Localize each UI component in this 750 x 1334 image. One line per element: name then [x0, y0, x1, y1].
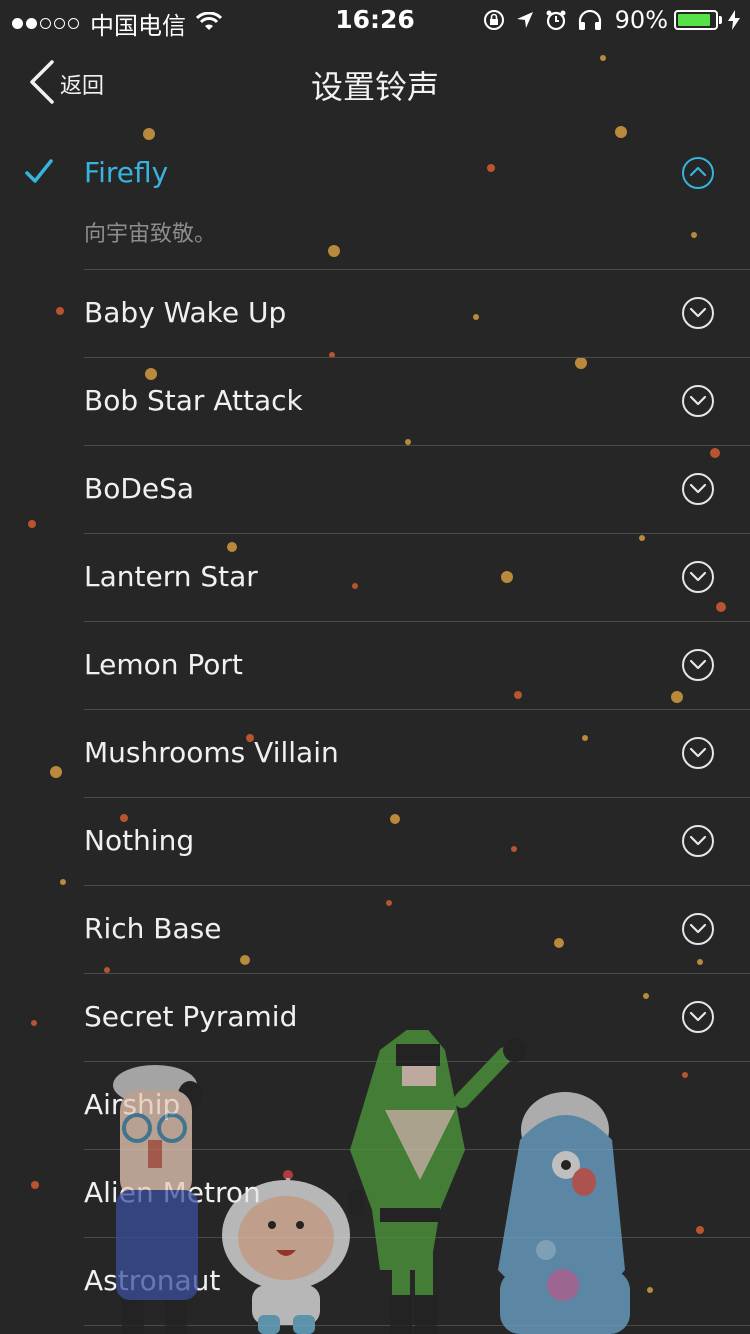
ringtone-list: Firefly 向宇宙致敬。 Baby Wake Up Bob Star Attack…	[0, 130, 750, 1326]
chevron-down-circle-icon[interactable]	[681, 736, 715, 774]
navigation-bar: 返回 设置铃声	[0, 40, 750, 128]
status-bar: 中国电信 16:26 90%	[0, 0, 750, 40]
chevron-down-circle-icon[interactable]	[681, 648, 715, 686]
page-title: 设置铃声	[310, 68, 439, 106]
ringtone-row[interactable]: Lantern Star	[0, 534, 750, 622]
ringtone-name: Airship	[84, 1088, 181, 1121]
ringtone-name: Lemon Port	[84, 648, 243, 681]
checkmark-icon	[24, 158, 54, 190]
battery-tip	[719, 16, 722, 24]
battery-icon	[674, 10, 718, 30]
status-right: 90%	[473, 6, 740, 34]
ringtone-name: Rich Base	[84, 912, 222, 945]
ringtone-row[interactable]: Nothing	[0, 798, 750, 886]
chevron-down-circle-icon[interactable]	[681, 384, 715, 422]
ringtone-row[interactable]: Alien Metron	[0, 1150, 750, 1238]
ringtone-name: Secret Pyramid	[84, 1000, 298, 1033]
ringtone-row[interactable]: Mushrooms Villain	[0, 710, 750, 798]
charging-bolt-icon	[728, 10, 740, 30]
ringtone-description: 向宇宙致敬。	[84, 222, 217, 247]
ringtone-row[interactable]: Secret Pyramid	[0, 974, 750, 1062]
ringtone-row[interactable]: BoDeSa	[0, 446, 750, 534]
ringtone-row[interactable]: Bob Star Attack	[0, 358, 750, 446]
chevron-down-circle-icon[interactable]	[681, 472, 715, 510]
chevron-down-circle-icon[interactable]	[681, 912, 715, 950]
ringtone-row[interactable]: Airship	[0, 1062, 750, 1150]
battery-percent: 90%	[614, 6, 668, 34]
ringtone-name: Alien Metron	[84, 1176, 261, 1209]
chevron-up-circle-icon[interactable]	[681, 156, 715, 194]
headphones-icon	[577, 9, 603, 31]
ringtone-name: Firefly	[84, 156, 169, 189]
ringtone-row[interactable]: Baby Wake Up	[0, 270, 750, 358]
ringtone-row[interactable]: Lemon Port	[0, 622, 750, 710]
rotation-lock-icon	[483, 9, 505, 31]
ringtone-row[interactable]: Firefly 向宇宙致敬。	[0, 130, 750, 270]
ringtone-name: BoDeSa	[84, 472, 195, 505]
alarm-icon	[545, 9, 567, 31]
ringtone-row[interactable]: Astronaut	[0, 1238, 750, 1326]
chevron-down-circle-icon[interactable]	[681, 296, 715, 334]
chevron-down-circle-icon[interactable]	[681, 560, 715, 598]
ringtone-name: Bob Star Attack	[84, 384, 303, 417]
ringtone-row[interactable]: Rich Base	[0, 886, 750, 974]
ringtone-name: Baby Wake Up	[84, 296, 287, 329]
ringtone-name: Lantern Star	[84, 560, 258, 593]
chevron-down-circle-icon[interactable]	[681, 824, 715, 862]
chevron-down-circle-icon[interactable]	[681, 1000, 715, 1038]
ringtone-name: Astronaut	[84, 1264, 221, 1297]
row-divider	[84, 1325, 750, 1326]
location-arrow-icon	[515, 10, 535, 30]
ringtone-name: Nothing	[84, 824, 195, 857]
ringtone-name: Mushrooms Villain	[84, 736, 339, 769]
